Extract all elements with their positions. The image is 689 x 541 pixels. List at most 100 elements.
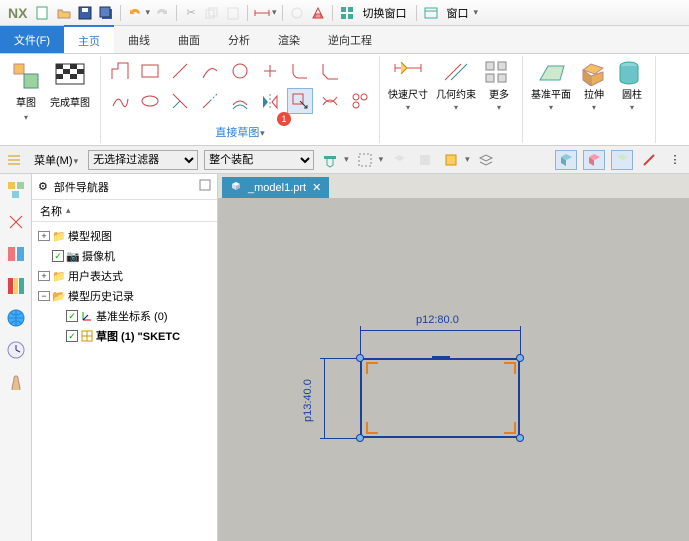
- window-icon[interactable]: [422, 4, 440, 22]
- menu-text-btn[interactable]: 菜单(M) ▾: [30, 152, 82, 168]
- sketch-btn[interactable]: 草图 ▾: [6, 58, 46, 124]
- handle-br[interactable]: [516, 434, 524, 442]
- undo-dropdown[interactable]: ▾: [145, 7, 150, 18]
- measure-dropdown[interactable]: ▾: [272, 7, 277, 18]
- check-icon[interactable]: ✓: [66, 330, 78, 342]
- tab-file[interactable]: 文件(F): [0, 26, 64, 53]
- window-dropdown[interactable]: ▾: [474, 7, 479, 18]
- gear-icon[interactable]: ⚙: [38, 180, 48, 193]
- redo-icon[interactable]: [153, 4, 171, 22]
- chamfer-icon[interactable]: [317, 58, 343, 84]
- point-icon[interactable]: [257, 58, 283, 84]
- shade-toggle-3[interactable]: [611, 150, 633, 170]
- window-btn[interactable]: 窗口: [443, 5, 473, 21]
- expand-icon[interactable]: +: [38, 231, 50, 241]
- shade-toggle-2[interactable]: [583, 150, 605, 170]
- dim-left[interactable]: p13:40.0: [302, 379, 314, 422]
- pin-icon[interactable]: [199, 179, 211, 194]
- tab-analysis[interactable]: 分析: [214, 26, 264, 53]
- handle-bl[interactable]: [356, 434, 364, 442]
- mirror-icon[interactable]: [257, 88, 283, 114]
- nav-web-icon[interactable]: [4, 306, 28, 330]
- cylinder-btn[interactable]: 圆柱 ▾: [615, 58, 649, 114]
- tree-sketch-item[interactable]: ✓ 草图 (1) "SKETC: [34, 326, 215, 346]
- extend-icon[interactable]: [197, 88, 223, 114]
- ellipse-icon[interactable]: [137, 88, 163, 114]
- doc-tab-label: _model1.prt: [248, 182, 306, 194]
- tab-home[interactable]: 主页: [64, 25, 114, 53]
- tree-datum-csys[interactable]: ✓ 基准坐标系 (0): [34, 306, 215, 326]
- nav-col-header[interactable]: 名称 ▴: [32, 200, 217, 222]
- canvas[interactable]: p12:80.0 p13:40.0: [218, 198, 689, 541]
- tree-user-expr[interactable]: + 📁 用户表达式: [34, 266, 215, 286]
- select-face-icon[interactable]: [389, 150, 409, 170]
- nav-part-icon[interactable]: [4, 242, 28, 266]
- select-body-icon[interactable]: [415, 150, 435, 170]
- assembly-select[interactable]: 整个装配: [204, 150, 314, 170]
- tab-render[interactable]: 渲染: [264, 26, 314, 53]
- dim-top[interactable]: p12:80.0: [416, 314, 459, 326]
- check-icon[interactable]: ✓: [66, 310, 78, 322]
- shade-toggle-1[interactable]: [555, 150, 577, 170]
- spline-icon[interactable]: [107, 88, 133, 114]
- offset-icon[interactable]: [227, 88, 253, 114]
- rectangle-icon[interactable]: [137, 58, 163, 84]
- window-grid-icon[interactable]: [338, 4, 356, 22]
- profile-icon[interactable]: [107, 58, 133, 84]
- tab-surface[interactable]: 曲面: [164, 26, 214, 53]
- new-icon[interactable]: [34, 4, 52, 22]
- trim-icon[interactable]: [167, 88, 193, 114]
- extrude-btn[interactable]: 拉伸 ▾: [577, 58, 611, 114]
- nav-constraint-icon[interactable]: [4, 210, 28, 234]
- sketch-rectangle[interactable]: [360, 358, 520, 438]
- datum-plane-btn[interactable]: 基准平面 ▾: [529, 58, 573, 114]
- project-curve-icon[interactable]: [287, 88, 313, 114]
- paste-icon[interactable]: [224, 4, 242, 22]
- cut-icon[interactable]: ✂: [182, 4, 200, 22]
- nav-history-icon[interactable]: [4, 338, 28, 362]
- undo-icon[interactable]: [126, 4, 144, 22]
- select-region-icon[interactable]: [355, 150, 375, 170]
- copy-icon[interactable]: [203, 4, 221, 22]
- geo-constraint-btn[interactable]: 几何约束 ▾: [434, 58, 478, 114]
- intersect-icon[interactable]: [317, 88, 343, 114]
- chevron-down-icon[interactable]: ▾: [24, 113, 28, 122]
- filter-select[interactable]: 无选择过滤器: [88, 150, 198, 170]
- tree-model-view[interactable]: + 📁 模型视图: [34, 226, 215, 246]
- nav-assembly-icon[interactable]: [4, 178, 28, 202]
- tree-history[interactable]: − 📂 模型历史记录: [34, 286, 215, 306]
- expand-icon[interactable]: +: [38, 271, 50, 281]
- tab-reverse[interactable]: 逆向工程: [314, 26, 386, 53]
- tab-curve[interactable]: 曲线: [114, 26, 164, 53]
- tree-camera[interactable]: ✓ 📷 摄像机: [34, 246, 215, 266]
- finish-sketch-btn[interactable]: 完成草图: [46, 58, 94, 111]
- arc-icon[interactable]: [197, 58, 223, 84]
- fillet-icon[interactable]: [287, 58, 313, 84]
- nav-reuse-icon[interactable]: [4, 274, 28, 298]
- perspective-icon[interactable]: [309, 4, 327, 22]
- document-tab[interactable]: _model1.prt ✕: [222, 177, 329, 198]
- pattern-icon[interactable]: [347, 88, 373, 114]
- touch-icon[interactable]: [288, 4, 306, 22]
- edge-icon[interactable]: [639, 150, 659, 170]
- save-icon[interactable]: [76, 4, 94, 22]
- filter-icon-1[interactable]: [320, 150, 340, 170]
- menu-icon[interactable]: [4, 150, 24, 170]
- check-icon[interactable]: ✓: [52, 250, 64, 262]
- nav-process-icon[interactable]: [4, 370, 28, 394]
- measure-icon[interactable]: [253, 4, 271, 22]
- more-btn[interactable]: 更多 ▾: [482, 58, 516, 114]
- save-all-icon[interactable]: [97, 4, 115, 22]
- grip-icon[interactable]: ⋮: [665, 150, 685, 170]
- close-icon[interactable]: ✕: [312, 181, 321, 194]
- circle-icon[interactable]: [227, 58, 253, 84]
- switch-window-btn[interactable]: 切换窗口: [359, 5, 411, 21]
- line-icon[interactable]: [167, 58, 193, 84]
- layer-icon[interactable]: [476, 150, 496, 170]
- quick-dim-btn[interactable]: 快速尺寸 ▾: [386, 58, 430, 114]
- open-icon[interactable]: [55, 4, 73, 22]
- collapse-icon[interactable]: −: [38, 291, 50, 301]
- highlight-icon[interactable]: [441, 150, 461, 170]
- handle-tr[interactable]: [516, 354, 524, 362]
- handle-tl[interactable]: [356, 354, 364, 362]
